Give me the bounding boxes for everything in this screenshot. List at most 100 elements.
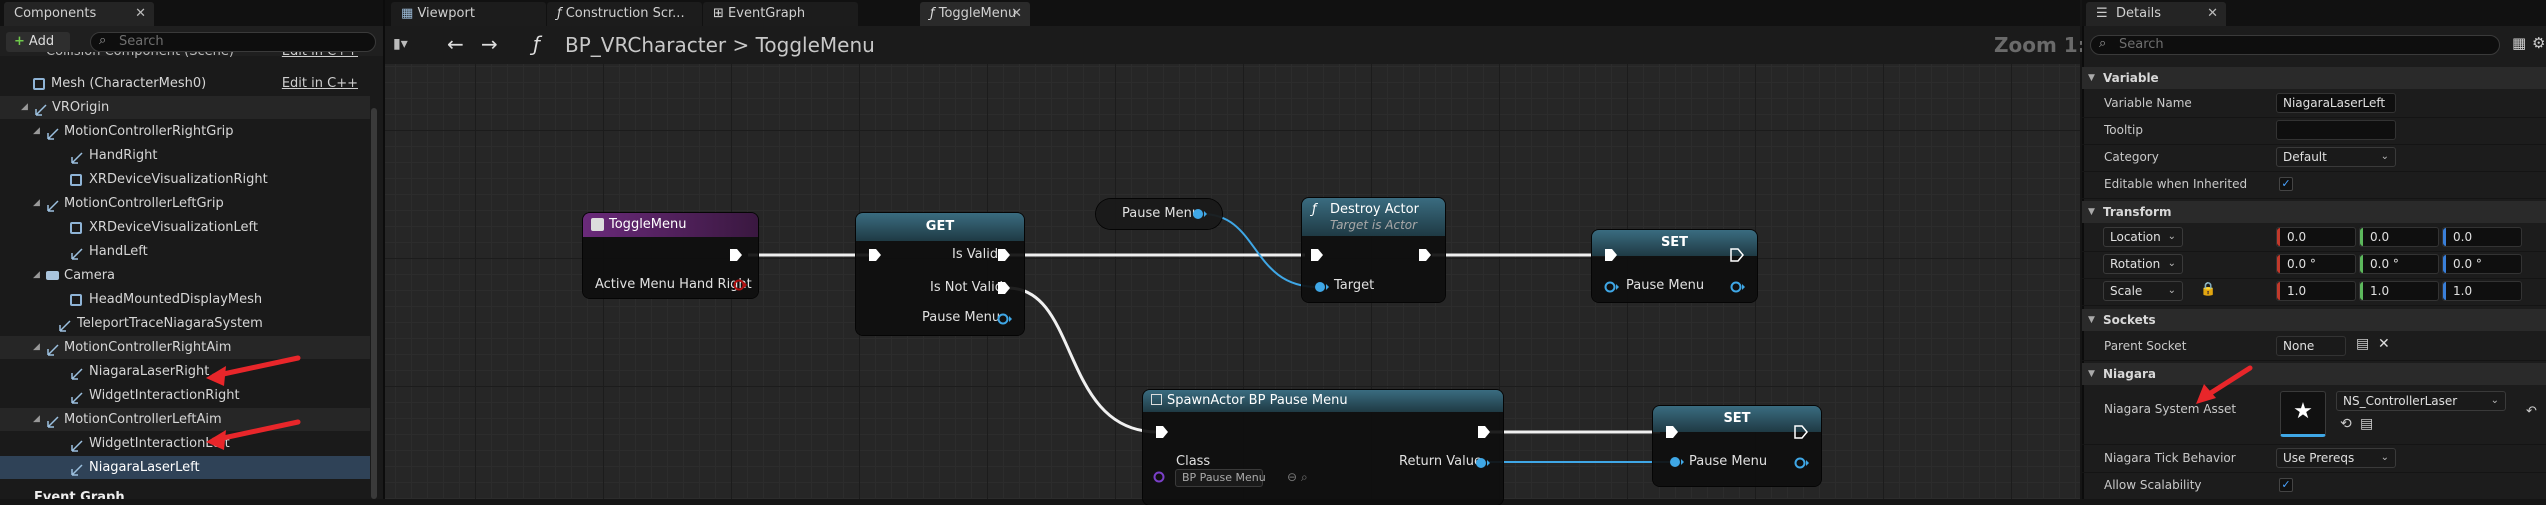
prop-niagara-tick-behavior: Niagara Tick Behavior Use Prereqs ⌄ [2082, 445, 2546, 473]
class-pin-icon[interactable] [1153, 470, 1169, 484]
node-get[interactable]: GET Is Valid Is Not Valid Pause Menu [856, 213, 1024, 335]
section-sockets[interactable]: ▼ Sockets [2082, 309, 2546, 331]
collapse-arrow-icon: ▼ [2088, 207, 2095, 217]
rotation-x-input[interactable]: 0.0 ° [2276, 254, 2356, 274]
rotation-x-value: 0.0 ° [2287, 257, 2316, 271]
scale-z-input[interactable]: 1.0 [2442, 281, 2522, 301]
clear-icon[interactable]: ✕ [2378, 336, 2390, 352]
node-togglemenu[interactable]: ToggleMenu Active Menu Hand Right [583, 213, 758, 298]
chevron-down-icon: ⌄ [2490, 395, 2499, 406]
property-matrix-icon[interactable]: ▦ [2512, 34, 2526, 52]
location-mode-select[interactable]: Location ⌄ [2103, 227, 2183, 247]
location-z-value: 0.0 [2453, 230, 2473, 244]
rotation-y-input[interactable]: 0.0 ° [2359, 254, 2439, 274]
bool-pin-icon[interactable] [733, 279, 747, 293]
allow-scalability-checkbox[interactable]: ✓ [2279, 478, 2293, 492]
variable-name-input[interactable]: NiagaraLaserLeft [2276, 93, 2396, 113]
exec-pin-icon[interactable] [1477, 425, 1491, 439]
prop-label: Parent Socket [2104, 339, 2187, 353]
location-x-input[interactable]: 0.0 [2276, 227, 2356, 247]
pin-label: Pause Menu [922, 310, 1001, 325]
class-select[interactable]: BP Pause Menu [1175, 469, 1266, 487]
node-set-1[interactable]: SET Pause Menu [1592, 230, 1757, 302]
exec-out-pin-icon[interactable] [1730, 248, 1744, 262]
object-pin-icon[interactable] [1314, 280, 1330, 294]
prop-rotation: Rotation ⌄ 0.0 ° 0.0 ° 0.0 ° [2082, 251, 2546, 279]
exec-pin-icon[interactable] [1604, 248, 1618, 262]
tick-behavior-select[interactable]: Use Prereqs ⌄ [2276, 448, 2396, 468]
scale-y-input[interactable]: 1.0 [2359, 281, 2439, 301]
z-axis-marker [2443, 282, 2446, 300]
settings-icon[interactable]: ⚙ [2532, 34, 2545, 52]
section-title: Sockets [2103, 313, 2156, 327]
node-destroy-actor[interactable]: ƒ Destroy Actor Target is Actor Target [1302, 198, 1445, 302]
node-header: GET [856, 213, 1024, 241]
object-pin-icon[interactable] [1475, 456, 1491, 470]
object-pin-icon[interactable] [1604, 280, 1620, 294]
rotation-z-value: 0.0 ° [2453, 257, 2482, 271]
lock-icon[interactable]: 🔒 [2200, 282, 2216, 297]
details-tabbar: ☰ Details ✕ [2082, 0, 2546, 26]
tick-behavior-value: Use Prereqs [2283, 451, 2355, 465]
exec-pin-icon[interactable] [1665, 425, 1679, 439]
location-y-value: 0.0 [2370, 230, 2390, 244]
exec-pin-icon[interactable] [997, 248, 1011, 262]
exec-pin-icon[interactable] [1310, 248, 1324, 262]
rotation-mode-select[interactable]: Rotation ⌄ [2103, 254, 2183, 274]
object-pin-icon[interactable] [997, 312, 1013, 326]
node-header: SpawnActor BP Pause Menu [1143, 390, 1503, 412]
chevron-down-icon: ⌄ [2380, 151, 2389, 162]
location-y-input[interactable]: 0.0 [2359, 227, 2439, 247]
scale-x-input[interactable]: 1.0 [2276, 281, 2356, 301]
exec-pin-icon[interactable] [997, 281, 1011, 295]
tab-details[interactable]: ☰ Details ✕ [2086, 2, 2226, 26]
niagara-asset-thumbnail[interactable]: ★ [2280, 391, 2326, 437]
browse-icon[interactable]: ⊖ [1287, 470, 1297, 484]
chevron-down-icon: ⌄ [2167, 231, 2176, 242]
object-pin-icon[interactable] [1730, 280, 1746, 294]
node-title: GET [925, 219, 955, 234]
tooltip-input[interactable] [2276, 120, 2396, 140]
niagara-system-select[interactable]: NS_ControllerLaser ⌄ [2336, 391, 2506, 411]
object-pin-icon[interactable] [1669, 455, 1685, 469]
function-entry-icon [591, 218, 604, 231]
scale-z-value: 1.0 [2453, 284, 2473, 298]
category-select[interactable]: Default ⌄ [2276, 147, 2396, 167]
reset-icon[interactable]: ↶ [2526, 404, 2537, 419]
exec-pin-icon[interactable] [1418, 248, 1432, 262]
scale-mode-select[interactable]: Scale ⌄ [2103, 281, 2183, 301]
close-icon[interactable]: ✕ [2207, 2, 2218, 26]
niagara-system-value: NS_ControllerLaser [2343, 394, 2458, 408]
node-spawn-actor[interactable]: SpawnActor BP Pause Menu Class BP Pause … [1143, 390, 1503, 505]
section-title: Transform [2103, 205, 2172, 219]
object-pin-icon[interactable] [1192, 207, 1208, 221]
y-axis-marker [2360, 282, 2363, 300]
exec-out-pin-icon[interactable] [1794, 425, 1808, 439]
editable-when-inherited-checkbox[interactable]: ✓ [2279, 177, 2293, 191]
location-z-input[interactable]: 0.0 [2442, 227, 2522, 247]
node-set-2[interactable]: SET Pause Menu [1653, 406, 1821, 486]
parent-socket-field[interactable]: None [2276, 336, 2346, 356]
chevron-down-icon: ⌄ [2167, 258, 2176, 269]
y-axis-marker [2360, 228, 2363, 246]
exec-pin-icon[interactable] [1155, 425, 1169, 439]
section-variable[interactable]: ▼ Variable [2082, 67, 2546, 89]
details-icon: ☰ [2096, 6, 2108, 21]
function-icon: ƒ [1312, 202, 1317, 217]
details-search-input[interactable]: ⌕ Search [2090, 35, 2500, 55]
node-title: SET [1723, 411, 1751, 426]
section-transform[interactable]: ▼ Transform [2082, 201, 2546, 223]
exec-pin-icon[interactable] [868, 248, 882, 262]
node-pause-menu-variable[interactable]: Pause Menu [1096, 199, 1222, 229]
variable-name-value: NiagaraLaserLeft [2283, 96, 2386, 110]
collapse-arrow-icon: ▼ [2088, 369, 2095, 379]
browse-icon[interactable]: ▤ [2360, 416, 2373, 432]
exec-pin-icon[interactable] [729, 248, 743, 262]
prop-editable-when-inherited: Editable when Inherited ✓ [2082, 171, 2546, 199]
use-selected-icon[interactable]: ⟲ [2340, 416, 2352, 432]
search-icon[interactable]: ⌕ [1301, 470, 1308, 485]
browse-icon[interactable]: ▤ [2356, 336, 2369, 352]
rotation-z-input[interactable]: 0.0 ° [2442, 254, 2522, 274]
object-pin-icon[interactable] [1794, 456, 1810, 470]
section-niagara[interactable]: ▼ Niagara [2082, 363, 2546, 385]
